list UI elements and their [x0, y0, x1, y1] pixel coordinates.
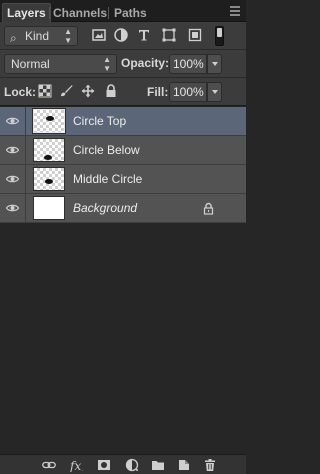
new-group-icon[interactable]	[151, 458, 165, 472]
chevron-updown-icon: ▲ ▼	[64, 27, 72, 45]
type-filter-icon[interactable]	[136, 27, 152, 43]
lock-image-pixels-icon[interactable]	[59, 84, 73, 98]
circle-shape	[46, 116, 54, 121]
visibility-toggle[interactable]	[0, 107, 26, 136]
lock-icon[interactable]	[203, 202, 214, 215]
layer-name: Circle Top	[73, 114, 127, 128]
visibility-toggle[interactable]	[0, 194, 26, 223]
eye-icon	[6, 175, 19, 183]
link-layers-icon[interactable]	[42, 458, 56, 472]
opacity-dropdown-button[interactable]	[207, 54, 222, 74]
layer-name: Background	[73, 201, 138, 215]
fx-icon[interactable]: fx .	[70, 458, 87, 472]
layer-row-middle-circle[interactable]: Middle Circle	[0, 165, 246, 194]
lock-row: Lock: Fill: 100%	[0, 78, 246, 106]
layer-row-circle-below[interactable]: Circle Below	[0, 136, 246, 165]
filter-toggle-switch[interactable]	[215, 26, 224, 46]
layer-row-circle-top[interactable]: Circle Top	[0, 107, 246, 136]
tab-divider	[49, 7, 50, 19]
circle-shape	[45, 179, 53, 184]
delete-layer-icon[interactable]	[203, 458, 217, 472]
opacity-label: Opacity:	[121, 56, 170, 70]
chevron-down-icon	[212, 62, 218, 66]
fill-input[interactable]: 100%	[169, 82, 207, 102]
layer-name: Circle Below	[73, 143, 140, 157]
layer-name: Middle Circle	[73, 172, 143, 186]
filter-kind-label: Kind	[25, 29, 50, 43]
lock-position-move-icon[interactable]	[81, 84, 95, 98]
circle-shape	[44, 155, 52, 160]
blend-mode-select[interactable]: Normal ▲ ▼	[4, 54, 117, 74]
shape-filter-icon[interactable]	[161, 27, 177, 43]
new-layer-icon[interactable]	[177, 458, 191, 472]
adjustment-layer-icon[interactable]	[125, 458, 139, 472]
svg-text:.: .	[82, 467, 84, 472]
layer-thumbnail	[33, 167, 65, 191]
svg-text:fx: fx	[70, 459, 81, 472]
tab-channels[interactable]: Channels	[53, 4, 107, 22]
eye-icon	[6, 117, 19, 125]
tab-divider	[108, 7, 109, 19]
visibility-toggle[interactable]	[0, 136, 26, 165]
layers-list: Circle Top Circle Below Middle Circle Ba…	[0, 107, 246, 223]
lock-transparent-pixels-icon[interactable]	[38, 84, 52, 98]
filter-row: ⌕ Kind ▲ ▼	[0, 22, 246, 50]
layer-row-background[interactable]: Background	[0, 194, 246, 223]
layer-thumbnail	[33, 196, 65, 220]
panel-menu-icon[interactable]	[230, 4, 242, 18]
lock-label: Lock:	[4, 85, 37, 99]
fill-label: Fill:	[147, 85, 169, 99]
filter-kind-select[interactable]: ⌕ Kind ▲ ▼	[4, 26, 78, 46]
eye-icon	[6, 146, 19, 154]
opacity-input[interactable]: 100%	[169, 54, 207, 74]
eye-icon	[6, 204, 19, 212]
layer-thumbnail	[33, 138, 65, 162]
layers-bottom-toolbar: fx .	[0, 454, 246, 474]
chevron-updown-icon: ▲ ▼	[103, 55, 111, 73]
blend-row: Normal ▲ ▼ Opacity: 100%	[0, 50, 246, 78]
layers-empty-area	[0, 229, 246, 454]
pixel-filter-icon[interactable]	[91, 27, 107, 43]
fill-dropdown-button[interactable]	[207, 82, 222, 102]
chevron-down-icon	[212, 90, 218, 94]
smart-object-filter-icon[interactable]	[187, 27, 203, 43]
add-mask-icon[interactable]	[97, 458, 111, 472]
visibility-toggle[interactable]	[0, 165, 26, 194]
tab-layers[interactable]: Layers	[2, 3, 51, 22]
lock-all-icon[interactable]	[104, 84, 118, 98]
adjustment-filter-icon[interactable]	[113, 27, 129, 43]
panel-tabs: Layers Channels Paths	[0, 0, 246, 22]
blend-mode-value: Normal	[11, 57, 50, 71]
search-icon: ⌕	[10, 31, 17, 45]
layer-thumbnail	[32, 108, 66, 134]
tab-paths[interactable]: Paths	[114, 4, 147, 22]
